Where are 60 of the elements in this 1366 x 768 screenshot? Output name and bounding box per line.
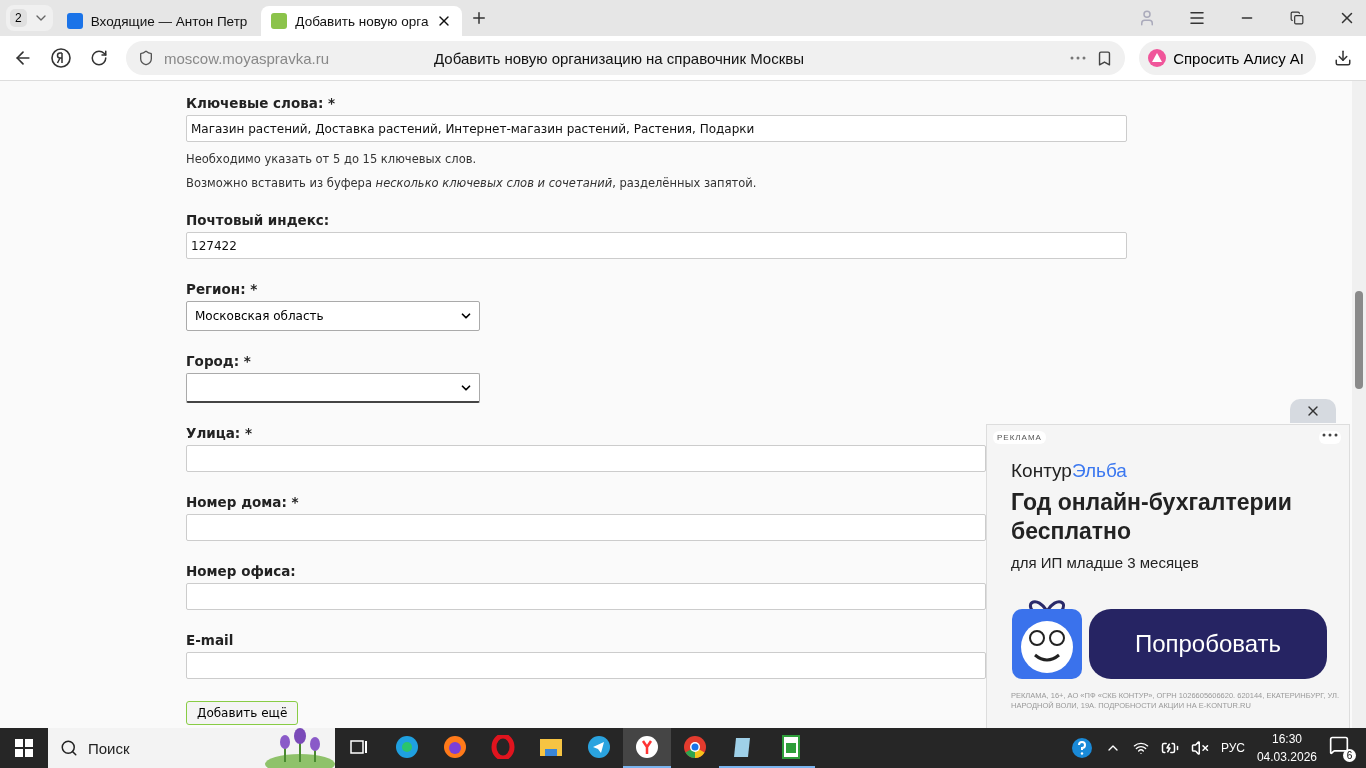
input-field[interactable]: Магазин растений, Доставка растений, Интернет-магазин растений, Растения, Подарки bbox=[186, 115, 1127, 142]
add-more-button[interactable]: Добавить ещё bbox=[186, 701, 299, 725]
notifications-button[interactable]: 6 bbox=[1329, 734, 1356, 762]
input-field[interactable] bbox=[186, 514, 986, 541]
swirl-icon bbox=[395, 735, 419, 759]
tab-count-button[interactable]: 2 bbox=[6, 5, 53, 31]
url-text: moscow.moyaspravka.ru bbox=[164, 49, 331, 67]
wifi-icon[interactable] bbox=[1132, 740, 1149, 756]
browser-tab[interactable]: Добавить новую орга bbox=[261, 6, 463, 36]
input-field[interactable]: 127422 bbox=[186, 232, 1127, 259]
browser-tab[interactable]: Входящие — Антон Петр bbox=[56, 6, 258, 36]
taskbar-search[interactable]: Поиск bbox=[48, 728, 335, 768]
input-field[interactable] bbox=[186, 583, 986, 610]
language-indicator[interactable]: РУС bbox=[1220, 741, 1245, 755]
letter-y-icon bbox=[635, 735, 659, 759]
try-button[interactable]: Попробовать bbox=[1089, 608, 1327, 679]
shield-icon bbox=[138, 50, 154, 66]
task-view-icon bbox=[349, 738, 369, 756]
field-label: Номер дома: * bbox=[186, 494, 299, 510]
page-title: Добавить новую организацию на справочник Москвы bbox=[434, 49, 806, 67]
field-label: E-mail bbox=[186, 632, 234, 648]
paper-plane-icon bbox=[587, 735, 611, 759]
field-label: Город: * bbox=[186, 353, 251, 369]
address-bar[interactable]: moscow.moyaspravka.ru Добавить новую организацию на справочник Москвы bbox=[126, 41, 1126, 75]
input-field[interactable] bbox=[186, 652, 986, 679]
field-label: Ключевые слова: * bbox=[186, 95, 336, 111]
favicon-icon bbox=[271, 13, 288, 29]
taskbar-app[interactable] bbox=[623, 728, 671, 768]
field-label: Улица: * bbox=[186, 425, 253, 441]
ad-banner[interactable] bbox=[986, 424, 1350, 728]
ring-icon bbox=[491, 735, 515, 759]
ad-headline: Год онлайн-бухгалтерии бесплатно bbox=[1011, 488, 1293, 546]
assistant-icon bbox=[1147, 48, 1168, 68]
input-field[interactable] bbox=[186, 445, 986, 472]
taskbar-clock[interactable]: 16:30 04.03.2026 bbox=[1256, 732, 1317, 764]
folder-icon bbox=[539, 737, 563, 757]
search-icon bbox=[60, 739, 78, 757]
spreadsheet-icon bbox=[781, 735, 801, 759]
fox-globe-icon bbox=[443, 735, 467, 759]
scrollbar[interactable] bbox=[1352, 81, 1366, 728]
select-field[interactable]: Московская область bbox=[186, 301, 480, 331]
hint-text: Возможно вставить из буфера несколько ключевых слов и сочетаний, разделённых запятой. bbox=[186, 176, 757, 190]
field-label: Почтовый индекс: bbox=[186, 212, 330, 228]
ad-subline: для ИП младше 3 месяцев bbox=[1011, 553, 1200, 571]
ask-assistant-button[interactable]: Спросить Алису AI bbox=[1139, 41, 1316, 75]
more-icon[interactable] bbox=[1319, 431, 1341, 444]
select-field[interactable] bbox=[186, 373, 480, 403]
brand-logo: КонтурЭльба bbox=[1011, 460, 1128, 482]
notification-count: 6 bbox=[1343, 748, 1356, 762]
field-label: Номер офиса: bbox=[186, 563, 296, 579]
letter-ya-icon[interactable] bbox=[50, 47, 72, 69]
tab-count: 2 bbox=[10, 9, 27, 27]
flowers-drawing bbox=[265, 728, 335, 768]
muted-speaker-icon[interactable] bbox=[1190, 739, 1209, 757]
tricolor-circle-icon bbox=[683, 735, 707, 759]
ad-tag: РЕКЛАМА bbox=[993, 431, 1046, 444]
favicon-icon bbox=[66, 13, 83, 29]
hint-text: Необходимо указать от 5 до 15 ключевых слов. bbox=[186, 152, 477, 166]
help-icon[interactable] bbox=[1070, 737, 1093, 759]
field-label: Регион: * bbox=[186, 281, 258, 297]
